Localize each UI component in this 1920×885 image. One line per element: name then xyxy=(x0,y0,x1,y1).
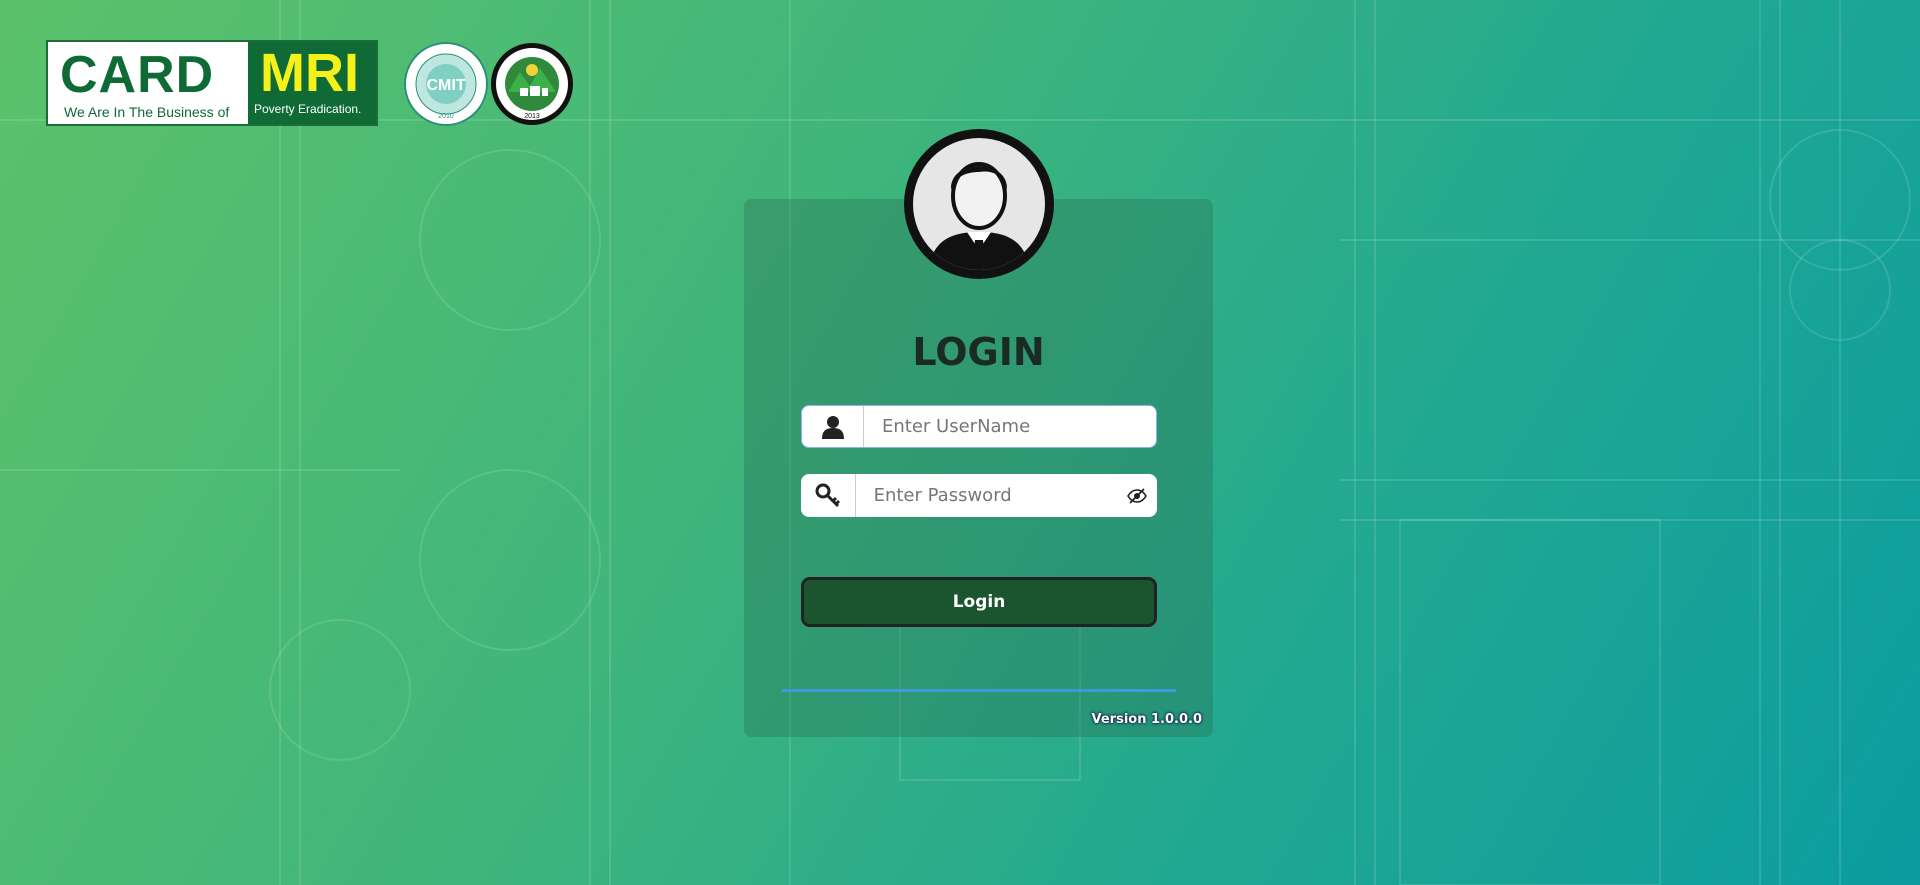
logo-card-section: CARD We Are In The Business of xyxy=(52,46,250,120)
svg-text:2013: 2013 xyxy=(524,113,540,120)
progress-divider xyxy=(782,689,1176,692)
logo-tagline-right: Poverty Eradication. xyxy=(254,102,362,116)
svg-text:CMIT: CMIT xyxy=(426,77,465,94)
logo-mri-section: MRI Poverty Eradication. xyxy=(248,42,376,124)
svg-text:2010: 2010 xyxy=(438,113,454,120)
logo-mri-text: MRI xyxy=(260,43,359,103)
eye-slash-icon[interactable] xyxy=(1117,474,1157,517)
login-button[interactable]: Login xyxy=(801,577,1157,627)
card-leasing-seal-logo: 2013 xyxy=(491,43,573,125)
version-label: Version 1.0.0.0 xyxy=(1091,712,1202,727)
password-field xyxy=(801,474,1157,517)
username-field xyxy=(801,405,1157,448)
card-mri-logo: CARD We Are In The Business of MRI Pover… xyxy=(46,40,378,126)
login-title: LOGIN xyxy=(912,330,1045,374)
cmit-seal-logo: CMIT 2010 xyxy=(404,42,488,126)
user-icon xyxy=(802,406,864,447)
logo-card-text: CARD xyxy=(60,46,215,104)
password-input[interactable] xyxy=(855,474,1117,517)
key-icon xyxy=(801,474,856,517)
avatar-icon xyxy=(904,129,1054,279)
username-input[interactable] xyxy=(864,406,1156,447)
logo-tagline-left: We Are In The Business of xyxy=(64,104,230,120)
